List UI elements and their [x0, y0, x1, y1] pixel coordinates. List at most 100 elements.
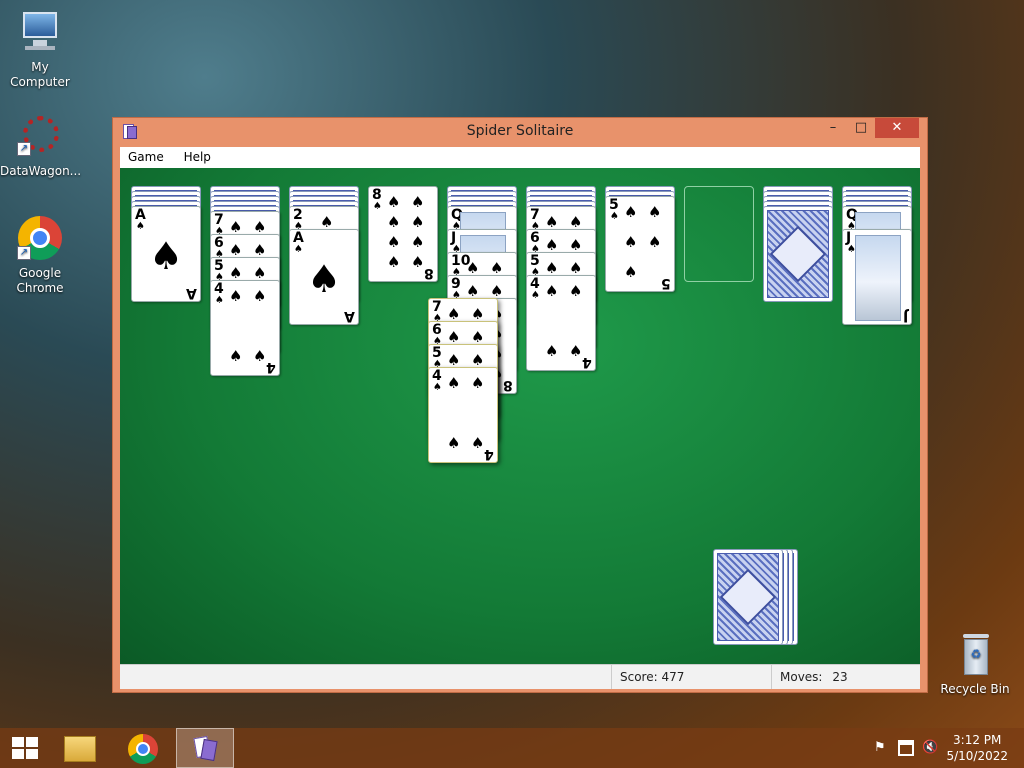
desktop-icon-label: My Computer [10, 60, 70, 89]
spade-icon: ♠ [253, 264, 267, 282]
taskbar-file-explorer[interactable] [52, 728, 110, 768]
spade-icon: ♠ [411, 233, 425, 251]
face-down-card [763, 206, 833, 302]
spade-icon: ♠ [471, 434, 485, 452]
card-rank: 9 [451, 276, 461, 292]
spade-icon: ♠ [447, 328, 461, 346]
windows-logo-icon [12, 737, 38, 759]
spade-icon: ♠ [545, 282, 559, 300]
spade-icon: ♠ [433, 382, 442, 393]
spade-icon: ♠ [471, 351, 485, 369]
spade-icon: ♠ [411, 213, 425, 231]
minimize-button[interactable]: – [819, 118, 847, 138]
dragged-card[interactable]: 4 ♠ ♠ ♠ ♠ ♠ 4 [428, 367, 498, 463]
spade-icon: ♠ [447, 434, 461, 452]
desktop-icon-label: Google Chrome [16, 266, 64, 295]
spade-icon: ♠ [447, 305, 461, 323]
maximize-button[interactable]: □ [847, 118, 875, 138]
spade-icon: ♠ [471, 374, 485, 392]
desktop-icon-label: Recycle Bin [940, 682, 1010, 696]
card-rank-bottom: 8 [503, 377, 513, 393]
start-button[interactable] [0, 728, 58, 768]
spade-icon: ♠ [447, 374, 461, 392]
action-center-flag-icon[interactable]: ⚑ [874, 740, 888, 756]
card-rank: 5 [214, 258, 224, 274]
spade-icon: ♠ [253, 287, 267, 305]
card-rank: 7 [214, 212, 224, 228]
spade-icon: ♠ [229, 264, 243, 282]
spade-icon: ♠ [307, 257, 342, 301]
status-bar: Score: 477 Moves: 23 [120, 664, 920, 689]
desktop-icon-google-chrome[interactable]: ↗ Google Chrome [0, 216, 80, 296]
spade-icon: ♠ [253, 347, 267, 365]
tableau-card[interactable]: A ♠ ♠ A [289, 229, 359, 325]
card-rank-bottom: A [344, 308, 355, 324]
card-rank: 6 [530, 230, 540, 246]
stock-pile[interactable] [713, 549, 783, 645]
taskbar-chrome[interactable] [114, 728, 172, 768]
card-rank: J [846, 230, 852, 246]
folder-icon [64, 736, 96, 762]
spade-icon: ♠ [545, 259, 559, 277]
card-rank: 5 [609, 197, 619, 213]
spade-icon: ♠ [229, 241, 243, 259]
game-board[interactable]: A♠♠A7♠♠♠♠♠♠♠♠6♠♠♠♠♠♠♠5♠♠♠♠♠♠4♠♠♠♠♠42♠♠♠A… [120, 168, 920, 664]
menu-game[interactable]: Game [120, 147, 172, 164]
spade-icon: ♠ [387, 233, 401, 251]
spade-icon: ♠ [253, 241, 267, 259]
card-rank-bottom: A [186, 285, 197, 301]
menu-help[interactable]: Help [176, 147, 219, 164]
spade-icon: ♠ [610, 211, 619, 222]
card-rank-bottom: 4 [582, 354, 592, 370]
card-rank-bottom: 5 [661, 275, 671, 291]
moves-label: Moves: [780, 670, 823, 684]
tableau-card[interactable]: 8♠♠♠♠♠♠♠♠♠8 [368, 186, 438, 282]
tableau-card[interactable]: 4 ♠ ♠ ♠ ♠ ♠ 4 [210, 280, 280, 376]
moves-display: Moves: 23 [771, 665, 920, 689]
system-clock[interactable]: 3:12 PM 5/10/2022 [946, 732, 1008, 764]
close-button[interactable]: ✕ [875, 118, 919, 138]
spade-icon: ♠ [229, 218, 243, 236]
spade-icon: ♠ [624, 263, 638, 281]
network-icon[interactable] [898, 740, 914, 756]
tableau-card[interactable]: 4 ♠ ♠ ♠ ♠ ♠ 4 [526, 275, 596, 371]
spade-icon: ♠ [471, 328, 485, 346]
card-rank: 7 [432, 299, 442, 315]
spade-icon: ♠ [387, 213, 401, 231]
card-rank: 8 [372, 187, 382, 203]
empty-column-slot[interactable] [684, 186, 754, 282]
volume-muted-icon[interactable]: 🔇 [922, 740, 938, 756]
chrome-icon [128, 734, 158, 764]
spade-icon: ♠ [471, 305, 485, 323]
tableau-card[interactable]: J ♠ J [842, 229, 912, 325]
card-rank: 6 [432, 322, 442, 338]
card-rank: 4 [432, 368, 442, 384]
desktop-icon-label: DataWagon... [0, 164, 82, 178]
spade-icon: ♠ [648, 203, 662, 221]
card-rank: 6 [214, 235, 224, 251]
spade-icon: ♠ [624, 233, 638, 251]
card-rank: 2 [293, 207, 303, 223]
card-rank-bottom: 4 [484, 446, 494, 462]
spade-icon: ♠ [411, 193, 425, 211]
spider-app-icon [193, 735, 219, 763]
menu-bar: Game Help [120, 147, 920, 168]
spade-icon: ♠ [447, 351, 461, 369]
recycle-bin-icon: ♻ [952, 632, 998, 678]
tableau-card[interactable]: 5 ♠ ♠ ♠ ♠ ♠ ♠ 5 [605, 196, 675, 292]
spade-icon: ♠ [229, 347, 243, 365]
card-rank: A [135, 207, 146, 223]
card-rank: 5 [432, 345, 442, 361]
title-bar[interactable]: Spider Solitaire – □ ✕ [113, 118, 927, 146]
tableau-card[interactable]: A ♠ ♠ A [131, 206, 201, 302]
desktop-icon-my-computer[interactable]: My Computer [0, 10, 80, 90]
spade-icon: ♠ [294, 244, 303, 255]
desktop-icon-recycle-bin[interactable]: ♻ Recycle Bin [935, 632, 1015, 697]
spade-icon: ♠ [545, 342, 559, 360]
taskbar-spider-solitaire[interactable] [176, 728, 234, 768]
spade-icon: ♠ [569, 342, 583, 360]
clock-date: 5/10/2022 [946, 749, 1008, 763]
computer-icon [17, 10, 63, 56]
desktop-icon-datawagon[interactable]: ↗ DataWagon... [0, 114, 82, 179]
spade-icon: ♠ [545, 236, 559, 254]
